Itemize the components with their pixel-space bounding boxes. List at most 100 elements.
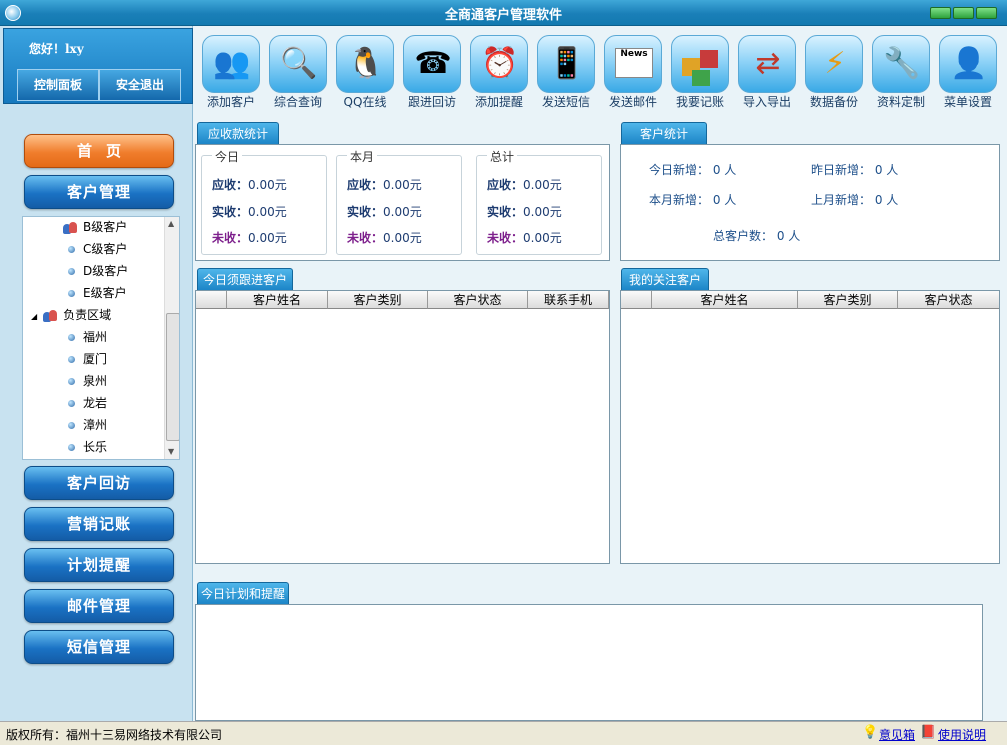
blocks-icon [671,35,729,93]
bullet-icon [68,444,75,451]
column-header[interactable]: 客户姓名 [652,291,798,309]
add-reminder-button[interactable]: ⏰ 添加提醒 [466,32,532,112]
help-link[interactable]: 使用说明 [938,726,986,743]
customer-group-icon [63,221,77,234]
qq-penguin-icon: 🐧 [336,35,394,93]
book-icon: 📕 [920,725,937,740]
nav-plan-button[interactable]: 计划提醒 [24,548,174,582]
menu-settings-button[interactable]: 👤 菜单设置 [935,32,1001,112]
bullet-icon [68,422,75,429]
column-header[interactable]: 客户姓名 [227,291,328,309]
import-export-icon: ⇄ [738,35,796,93]
last-month-new-stat: 上月新增： 0 人 [811,193,899,207]
tree-item-region[interactable]: ◢ 负责区域 [31,305,111,325]
receivables-group-today: 今日 应收：0.00元 实收：0.00元 未收：0.00元 [201,148,327,255]
bullet-icon [68,290,75,297]
yesterday-new-stat: 昨日新增： 0 人 [811,163,899,177]
tools-icon: 🔧 [872,35,930,93]
window-title: 全商通客户管理软件 [444,8,562,23]
status-bar: 版权所有：福州十三易网络技术有限公司 💡 意见箱 📕 使用说明 [0,721,1007,745]
lightbulb-icon: 💡 [862,725,879,740]
month-new-stat: 本月新增： 0 人 [649,193,737,207]
nav-customer-mgmt-button[interactable]: 客户管理 [24,175,174,209]
nav-customer-visit-button[interactable]: 客户回访 [24,466,174,500]
receivables-tab: 应收款统计 [197,122,280,144]
tree-item[interactable]: D级客户 [68,261,128,281]
column-header[interactable]: 客户类别 [328,291,428,309]
row-selector-header [196,291,227,309]
bullet-icon [68,400,75,407]
reminder-icon: ⏰ [470,35,528,93]
scrollbar-thumb[interactable] [166,313,179,441]
user-settings-icon: 👤 [939,35,997,93]
total-customers-stat: 总客户数： 0 人 [713,229,801,243]
add-customer-button[interactable]: 👥 添加客户 [198,32,264,112]
scroll-up-icon[interactable]: ▲ [168,219,174,228]
search-icon: 🔍 [269,35,327,93]
nav-sms-button[interactable]: 短信管理 [24,630,174,664]
customer-tree[interactable]: B级客户 C级客户 D级客户 E级客户 ◢ 负责区域 福州 厦门 泉州 龙岩 漳州… [22,216,180,460]
customer-stats-panel: 今日新增： 0 人 昨日新增： 0 人 本月新增： 0 人 上月新增： 0 人 … [620,144,1000,261]
add-customer-icon: 👥 [202,35,260,93]
followup-tab: 今日须跟进客户 [197,268,294,290]
tree-item[interactable]: 福州 [68,327,107,347]
nav-marketing-button[interactable]: 营销记账 [24,507,174,541]
tree-item[interactable]: 长乐 [68,437,107,457]
feedback-link[interactable]: 意见箱 [879,726,915,743]
close-button[interactable] [976,7,997,19]
today-plan-tab: 今日计划和提醒 [197,582,290,604]
bullet-icon [68,334,75,341]
tree-item[interactable]: 泉州 [68,371,107,391]
expand-arrow-icon[interactable]: ◢ [31,312,37,321]
customer-stats-tab: 客户统计 [621,122,708,144]
copyright-text: 版权所有：福州十三易网络技术有限公司 [6,728,223,742]
data-backup-button[interactable]: ⚡ 数据备份 [801,32,867,112]
title-bar: 全商通客户管理软件 [0,0,1007,26]
send-email-button[interactable]: News 发送邮件 [600,32,666,112]
logout-button[interactable]: 安全退出 [99,69,181,101]
user-box: 您好！lxy 控制面板 安全退出 [3,28,193,104]
minimize-button[interactable] [930,7,951,19]
scroll-down-icon[interactable]: ▼ [168,447,174,456]
tree-item[interactable]: 厦门 [68,349,107,369]
newspaper-icon: News [604,35,662,93]
receivables-group-month: 本月 应收：0.00元 实收：0.00元 未收：0.00元 [336,148,462,255]
column-header[interactable]: 客户类别 [798,291,898,309]
tree-item[interactable]: 漳州 [68,415,107,435]
today-new-stat: 今日新增： 0 人 [649,163,737,177]
receivables-group-total: 总计 应收：0.00元 实收：0.00元 未收：0.00元 [476,148,602,255]
search-button[interactable]: 🔍 综合查询 [265,32,331,112]
followup-table[interactable]: 客户姓名 客户类别 客户状态 联系手机 [195,290,610,564]
backup-icon: ⚡ [805,35,863,93]
mobile-phone-icon: 📱 [537,35,595,93]
user-greeting: 您好！lxy [29,42,84,56]
tree-item[interactable]: C级客户 [68,239,127,259]
today-plan-area[interactable] [195,604,983,721]
receivables-panel: 今日 应收：0.00元 实收：0.00元 未收：0.00元 本月 应收：0.00… [195,144,610,261]
watch-table[interactable]: 客户姓名 客户类别 客户状态 [620,290,1000,564]
tree-item[interactable]: B级客户 [63,217,127,237]
bullet-icon [68,378,75,385]
maximize-button[interactable] [953,7,974,19]
bookkeeping-button[interactable]: 我要记账 [667,32,733,112]
data-customize-button[interactable]: 🔧 资料定制 [868,32,934,112]
watch-tab: 我的关注客户 [621,268,710,290]
qq-online-button[interactable]: 🐧 QQ在线 [332,32,398,112]
tree-item[interactable]: 龙岩 [68,393,107,413]
bullet-icon [68,246,75,253]
import-export-button[interactable]: ⇄ 导入导出 [734,32,800,112]
row-selector-header [621,291,652,309]
send-sms-button[interactable]: 📱 发送短信 [533,32,599,112]
tree-scrollbar[interactable]: ▲ ▼ [164,217,179,459]
column-header[interactable]: 客户状态 [898,291,999,309]
telephone-icon: ☎ [403,35,461,93]
follow-up-button[interactable]: ☎ 跟进回访 [399,32,465,112]
bullet-icon [68,356,75,363]
column-header[interactable]: 联系手机 [528,291,609,309]
nav-mail-button[interactable]: 邮件管理 [24,589,174,623]
tree-item[interactable]: E级客户 [68,283,127,303]
control-panel-button[interactable]: 控制面板 [17,69,99,101]
column-header[interactable]: 客户状态 [428,291,528,309]
nav-home-button[interactable]: 首页 [24,134,174,168]
customer-group-icon [43,309,58,322]
